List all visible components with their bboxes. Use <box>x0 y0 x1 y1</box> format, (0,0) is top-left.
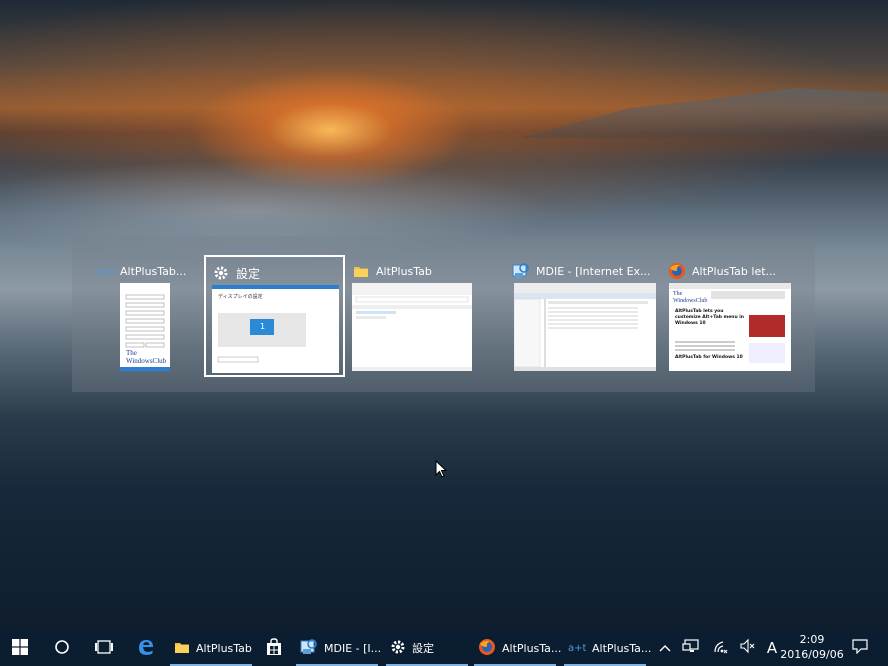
window-title-bar: MDIE - [Internet Ex... <box>512 259 651 283</box>
window-title-bar: 設定 <box>212 261 260 285</box>
taskbar: AltPlusTab MDIE - [I... 設定 AltPlusTa... … <box>0 630 888 666</box>
network-tray-button[interactable] <box>708 630 734 666</box>
svg-text:a+t: a+t <box>568 643 586 653</box>
brand-line1: The <box>673 291 683 297</box>
folder-icon <box>174 640 190 657</box>
settings-heading: ディスプレイの設定 <box>218 294 263 300</box>
wifi-icon <box>713 638 729 658</box>
altplustab-icon: a+t <box>568 641 587 656</box>
taskbar-item-label: MDIE - [I... <box>324 641 382 655</box>
window-title-bar: AltPlusTab <box>352 259 432 283</box>
brand-line2: WindowsClub <box>126 357 167 365</box>
window-thumbnail: The WindowsClub <box>120 283 170 371</box>
show-hidden-icons-button[interactable] <box>654 630 676 666</box>
display-number: 1 <box>260 322 266 331</box>
ime-mode-indicator[interactable]: A <box>762 630 782 666</box>
mdie-icon <box>300 638 318 659</box>
start-button[interactable] <box>0 630 40 666</box>
cortana-button[interactable] <box>44 630 80 666</box>
task-view-icon <box>94 639 114 658</box>
display-icon <box>682 638 700 658</box>
store-icon <box>265 637 283 659</box>
edge-taskbar-button[interactable] <box>128 630 164 666</box>
taskbar-item-label: AltPlusTa... <box>592 641 652 655</box>
switcher-window-mdie[interactable]: MDIE - [Internet Ex... <box>512 255 656 377</box>
taskbar-item-explorer[interactable]: AltPlusTab <box>168 630 254 666</box>
volume-muted-icon <box>740 638 756 658</box>
notification-icon <box>852 638 868 658</box>
chevron-up-icon <box>659 641 671 656</box>
switcher-window-altplustab[interactable]: a+t AltPlusTab... The WindowsClub <box>96 255 186 377</box>
firefox-icon <box>478 638 496 659</box>
action-center-button[interactable] <box>846 630 874 666</box>
volume-tray-button[interactable] <box>736 630 760 666</box>
switcher-window-firefox[interactable]: AltPlusTab let... The WindowsClub AltPlu… <box>668 255 792 377</box>
store-taskbar-button[interactable] <box>256 630 292 666</box>
window-thumbnail: The WindowsClub AltPlusTab lets you cust… <box>669 283 791 371</box>
clock-date: 2016/09/06 <box>780 648 844 661</box>
window-title: 設定 <box>236 266 261 281</box>
task-view-button[interactable] <box>86 630 122 666</box>
folder-icon <box>352 262 370 280</box>
window-title: AltPlusTab let... <box>692 264 777 278</box>
gear-icon <box>390 639 406 658</box>
taskbar-item-label: 設定 <box>412 642 434 655</box>
window-thumbnail <box>514 283 656 371</box>
window-title-bar: a+t AltPlusTab... <box>96 259 186 283</box>
taskbar-clock[interactable]: 2:09 2016/09/06 <box>780 632 844 664</box>
mouse-cursor-icon <box>435 459 448 484</box>
windows-logo-icon <box>12 638 28 658</box>
mdie-icon <box>512 262 530 280</box>
firefox-icon <box>668 262 686 280</box>
window-title-bar: AltPlusTab let... <box>668 259 776 283</box>
window-title: AltPlusTab... <box>120 264 187 278</box>
taskbar-item-mdie[interactable]: MDIE - [I... <box>294 630 382 666</box>
clock-time: 2:09 <box>799 633 825 646</box>
window-title: MDIE - [Internet Ex... <box>536 264 651 278</box>
svg-text:a+t: a+t <box>96 267 114 277</box>
taskbar-item-firefox[interactable]: AltPlusTa... <box>472 630 562 666</box>
taskbar-item-settings[interactable]: 設定 <box>384 630 470 666</box>
edge-icon <box>137 638 155 659</box>
article-subhead: AltPlusTab for Windows 10 <box>675 355 743 360</box>
taskbar-item-altplustab[interactable]: a+t AltPlusTa... <box>562 630 652 666</box>
window-thumbnail <box>352 283 472 371</box>
window-thumbnail: ディスプレイの設定 1 <box>212 285 339 373</box>
display-tray-button[interactable] <box>678 630 704 666</box>
taskbar-item-label: AltPlusTab <box>196 641 252 655</box>
circle-search-icon <box>54 639 70 658</box>
switcher-window-settings[interactable]: 設定 ディスプレイの設定 1 <box>204 255 345 377</box>
article-headline: AltPlusTab lets you customize Alt+Tab me… <box>675 309 744 326</box>
brand-line2: WindowsClub <box>673 298 708 304</box>
gear-icon <box>212 264 230 282</box>
window-title: AltPlusTab <box>376 264 432 278</box>
brand-line1: The <box>126 349 137 357</box>
taskbar-item-label: AltPlusTa... <box>502 641 562 655</box>
altplustab-icon: a+t <box>96 262 114 280</box>
switcher-window-explorer[interactable]: AltPlusTab <box>352 255 472 377</box>
